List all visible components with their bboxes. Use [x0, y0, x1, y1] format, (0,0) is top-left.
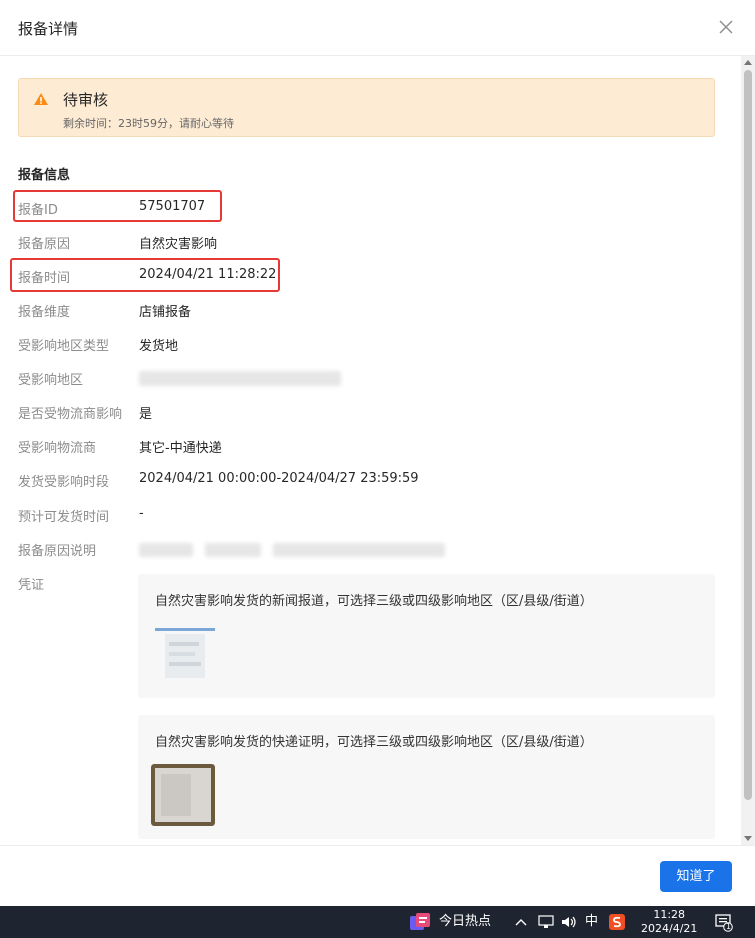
redacted-text [205, 543, 261, 557]
alert-description: 剩余时间：23时59分，请耐心等待 [63, 117, 234, 130]
evidence-card: 自然灾害影响发货的新闻报道，可选择三级或四级影响地区（区/县级/街道） [138, 574, 715, 698]
status-alert: 待审核 剩余时间：23时59分，请耐心等待 [18, 78, 715, 137]
field-label: 受影响地区类型 [18, 339, 110, 354]
field-label: 报备维度 [18, 305, 71, 320]
evidence-description: 自然灾害影响发货的新闻报道，可选择三级或四级影响地区（区/县级/街道） [155, 594, 593, 609]
field-expected-ship-time: 预计可发货时间 - [0, 506, 700, 526]
field-label: 报备原因 [18, 237, 71, 252]
image-thumbnail-icon [151, 764, 215, 826]
warning-triangle-icon [34, 93, 48, 105]
section-title: 报备信息 [18, 168, 71, 183]
scrollbar[interactable] [741, 56, 755, 845]
field-region-type: 受影响地区类型 发货地 [0, 335, 700, 355]
field-value: 店铺报备 [139, 305, 192, 320]
redacted-text [273, 543, 445, 557]
field-dimension: 报备维度 店铺报备 [0, 301, 700, 321]
field-logistics-provider: 受影响物流商 其它-中通快递 [0, 437, 700, 457]
sogou-input-icon[interactable] [609, 914, 625, 930]
modal-title: 报备详情 [18, 20, 79, 38]
field-value: 发货地 [139, 339, 179, 354]
close-icon [719, 20, 733, 34]
acknowledge-button[interactable]: 知道了 [660, 861, 732, 892]
evidence-image-thumbnail[interactable] [151, 764, 215, 826]
modal-footer: 知道了 [0, 845, 755, 906]
chevron-up-icon[interactable] [515, 918, 527, 926]
field-logistics-affected: 是否受物流商影响 是 [0, 403, 700, 423]
news-app-icon[interactable] [410, 913, 432, 931]
scroll-up-icon[interactable] [744, 60, 752, 65]
field-affected-period: 发货受影响时段 2024/04/21 00:00:00-2024/04/27 2… [0, 471, 700, 491]
field-value: 是 [139, 407, 153, 422]
report-detail-modal: 报备详情 待审核 剩余时间：23时59分，请耐心等待 报备信息 报备ID 575… [0, 0, 755, 906]
highlight-box [10, 258, 280, 292]
field-label: 预计可发货时间 [18, 510, 110, 525]
field-value: 自然灾害影响 [139, 237, 218, 252]
windows-taskbar: 今日热点 中 11:28 2024/4/21 1 [0, 906, 755, 938]
evidence-image-thumbnail[interactable] [151, 622, 215, 684]
alert-title: 待审核 [63, 91, 109, 109]
evidence-card: 自然灾害影响发货的快递证明，可选择三级或四级影响地区（区/县级/街道） [138, 715, 715, 839]
close-button[interactable] [717, 18, 735, 36]
scroll-thumb[interactable] [744, 70, 752, 800]
highlight-box [13, 190, 222, 222]
network-icon[interactable] [538, 915, 554, 929]
news-label[interactable]: 今日热点 [439, 906, 491, 938]
evidence-description: 自然灾害影响发货的快递证明，可选择三级或四级影响地区（区/县级/街道） [155, 735, 593, 750]
field-value: 2024/04/21 00:00:00-2024/04/27 23:59:59 [139, 471, 419, 486]
field-label: 报备原因说明 [18, 544, 97, 559]
field-value: 其它-中通快递 [139, 441, 222, 456]
field-label: 凭证 [18, 578, 45, 593]
field-region: 受影响地区 [0, 369, 700, 389]
clock-time: 11:28 [653, 908, 686, 921]
redacted-text [139, 543, 193, 557]
scroll-down-icon[interactable] [744, 836, 752, 841]
notification-count: 1 [726, 922, 732, 931]
field-reason: 报备原因 自然灾害影响 [0, 233, 700, 253]
system-clock[interactable]: 11:28 2024/4/21 [641, 908, 697, 936]
field-value: - [139, 506, 144, 521]
modal-header: 报备详情 [0, 0, 755, 56]
ime-indicator[interactable]: 中 [585, 906, 598, 938]
volume-icon[interactable] [561, 915, 577, 929]
field-label: 受影响物流商 [18, 441, 97, 456]
redacted-region [139, 371, 341, 386]
clock-date: 2024/4/21 [641, 922, 698, 935]
modal-body: 待审核 剩余时间：23时59分，请耐心等待 报备信息 报备ID 57501707… [0, 56, 740, 845]
field-label: 发货受影响时段 [18, 475, 110, 490]
field-label: 是否受物流商影响 [18, 407, 123, 422]
field-reason-description: 报备原因说明 [0, 540, 700, 560]
image-thumbnail-icon [151, 622, 215, 684]
field-label: 受影响地区 [18, 373, 84, 388]
